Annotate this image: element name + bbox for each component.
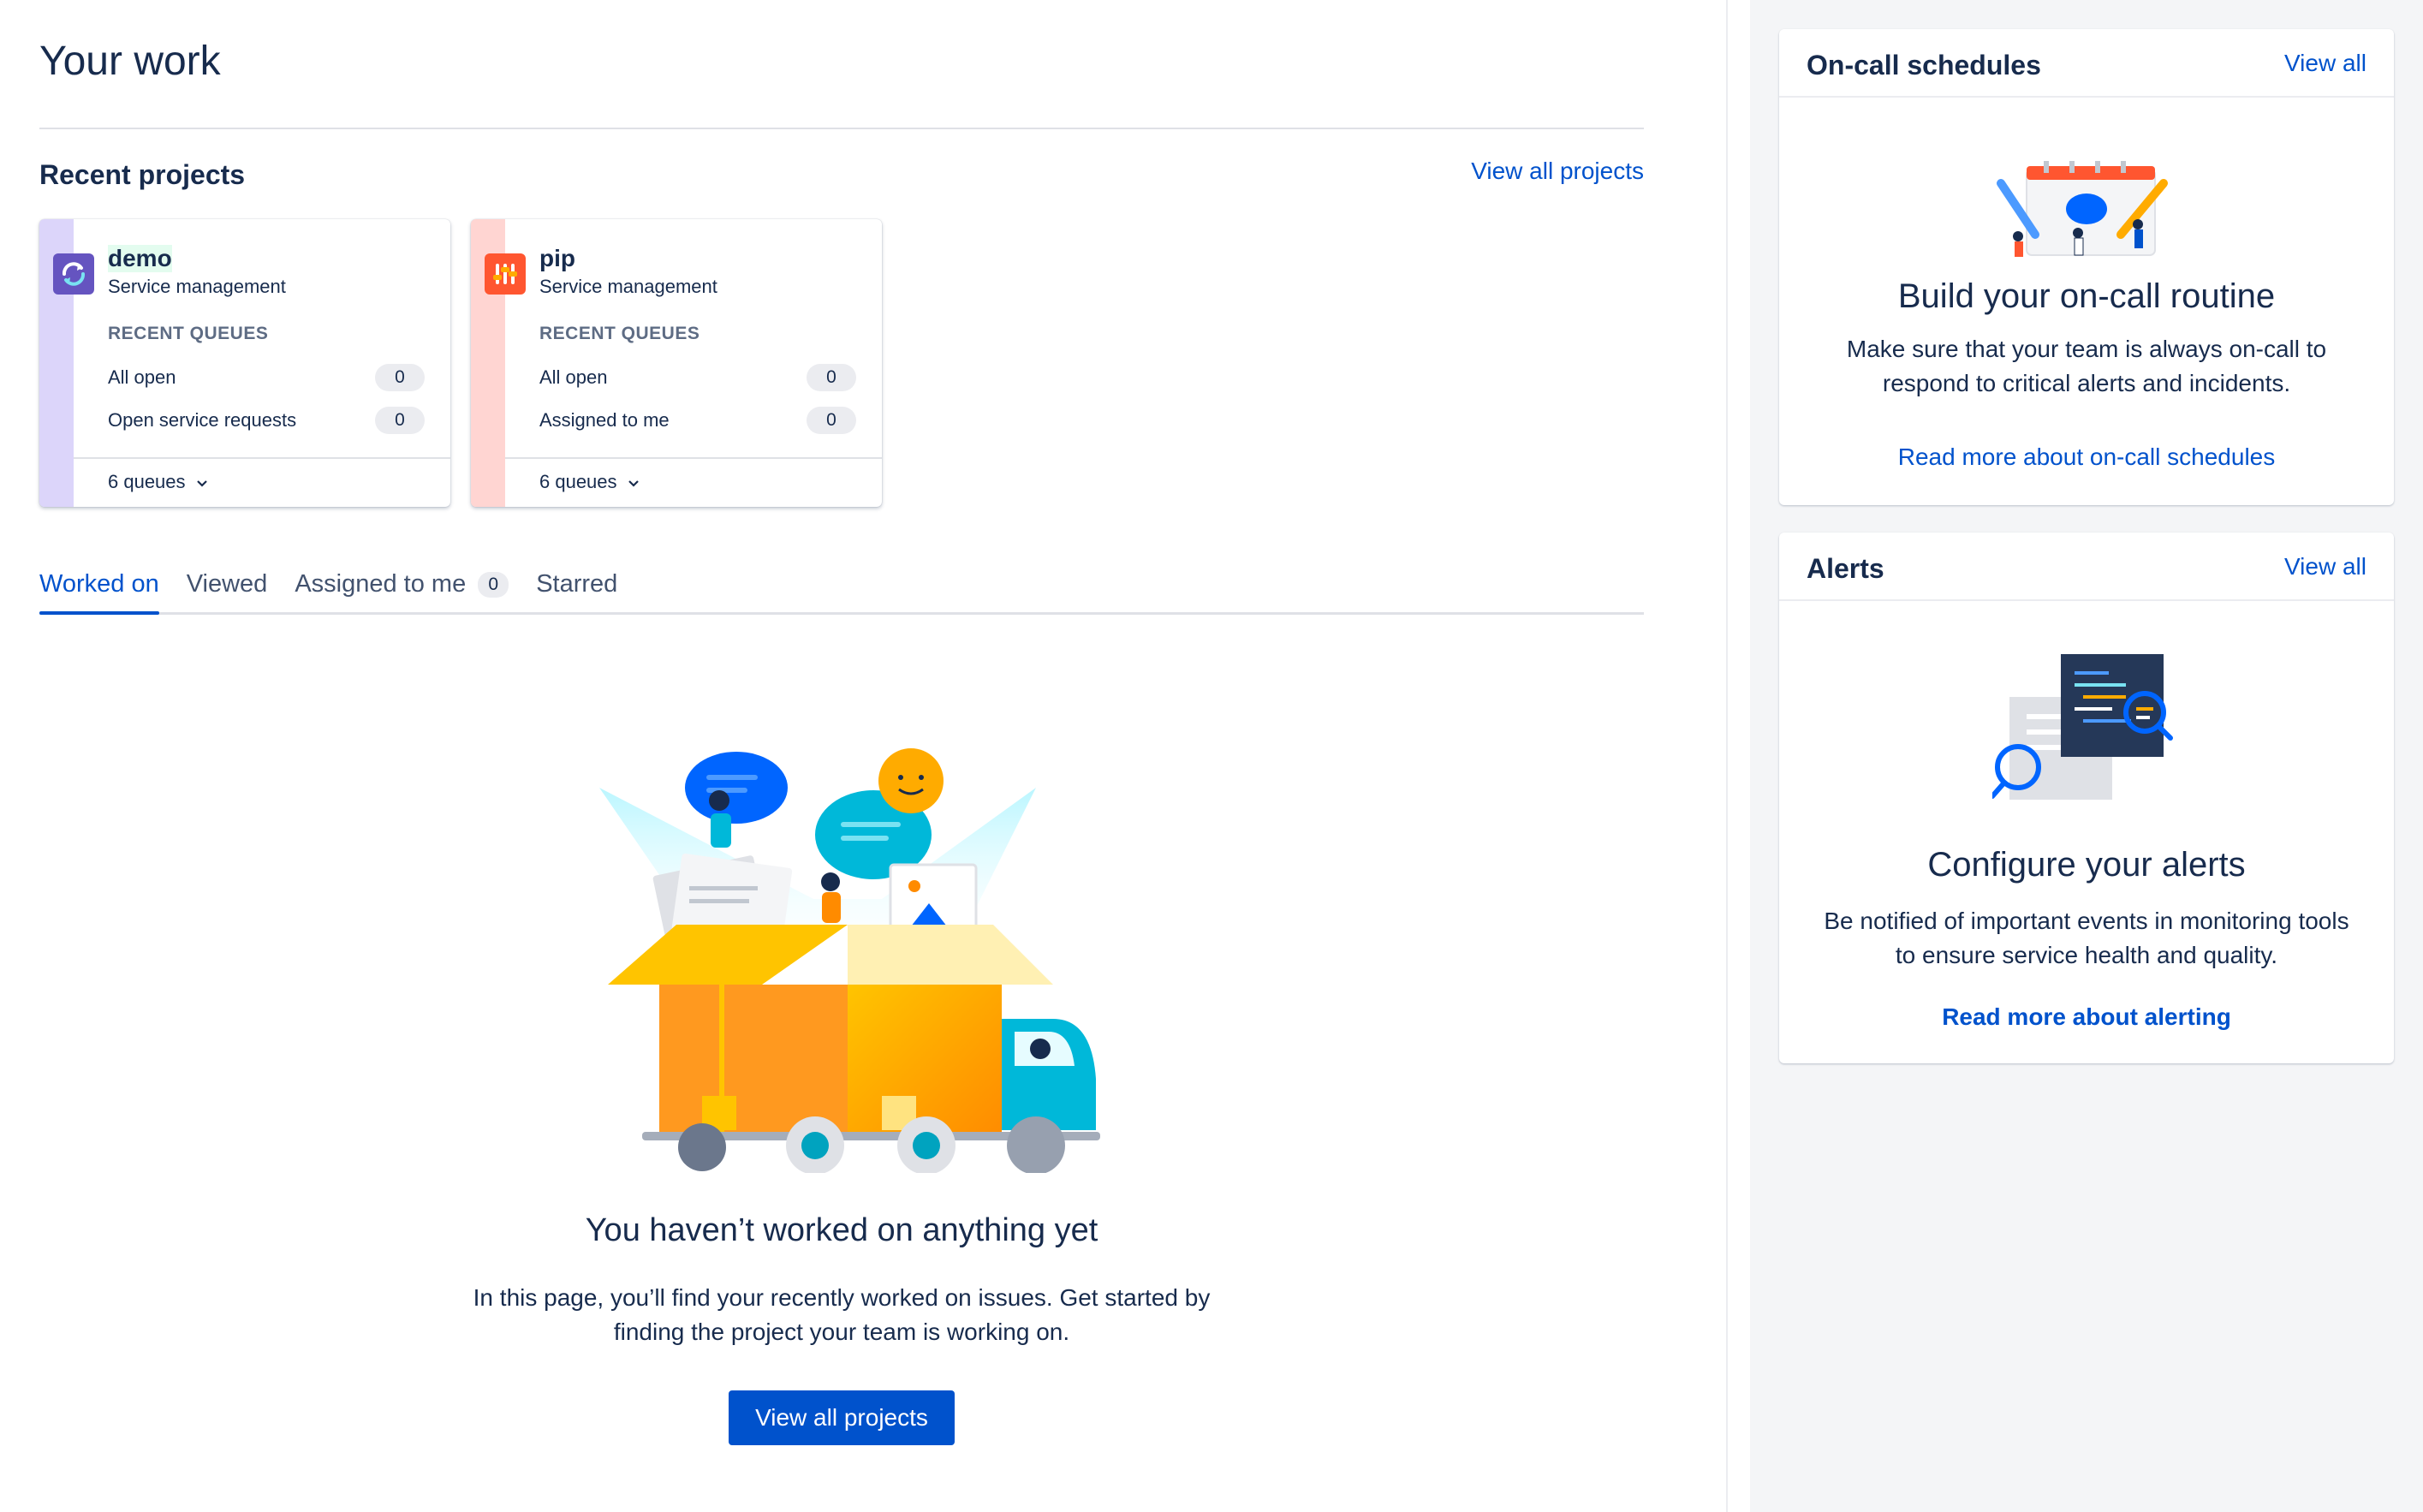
alerts-heading: Configure your alerts xyxy=(1927,846,2246,884)
queue-count-badge: 0 xyxy=(807,364,856,391)
title-divider xyxy=(39,128,1644,129)
tab-assigned-to-me[interactable]: Assigned to me 0 xyxy=(295,570,509,615)
project-avatar-demo[interactable] xyxy=(53,253,94,295)
oncall-description: Make sure that your team is always on-ca… xyxy=(1846,336,2327,396)
card-footer: 6 queues xyxy=(505,457,882,507)
recent-queues-label: RECENT QUEUES xyxy=(108,324,269,343)
chevron-down-icon xyxy=(196,480,207,487)
oncall-view-all-link[interactable]: View all xyxy=(2284,50,2366,77)
queues-dropdown-label: 6 queues xyxy=(539,471,617,492)
queue-label: Assigned to me xyxy=(539,409,670,431)
project-name[interactable]: pip xyxy=(539,245,575,272)
card-footer: 6 queues xyxy=(74,457,450,507)
panel-divider xyxy=(1726,0,1750,1512)
project-avatar-pip[interactable] xyxy=(485,253,526,295)
queues-dropdown-button[interactable]: 6 queues xyxy=(108,471,208,493)
view-all-projects-link[interactable]: View all projects xyxy=(1471,158,1644,185)
oncall-heading: Build your on-call routine xyxy=(1897,277,2276,315)
queues-dropdown-label: 6 queues xyxy=(108,471,186,492)
queue-count-badge: 0 xyxy=(375,364,425,391)
queue-label: All open xyxy=(108,366,176,388)
queue-row-all-open[interactable]: All open 0 xyxy=(539,363,856,392)
queue-row-open-service-requests[interactable]: Open service requests 0 xyxy=(108,406,425,435)
project-card-demo[interactable]: demo Service management RECENT QUEUES Al… xyxy=(39,219,450,507)
recent-queues-label: RECENT QUEUES xyxy=(539,324,700,343)
project-card-pip[interactable]: pip Service management RECENT QUEUES All… xyxy=(471,219,882,507)
moving-truck-illustration xyxy=(599,748,1100,1173)
project-type: Service management xyxy=(539,276,717,297)
empty-state-title: You haven’t worked on anything yet xyxy=(585,1212,1098,1248)
recent-projects-title: Recent projects xyxy=(39,159,246,190)
tab-label: Worked on xyxy=(39,570,159,598)
view-all-projects-button[interactable]: View all projects xyxy=(729,1390,955,1445)
alerts-panel: Alerts View all Configure your alerts Be… xyxy=(1779,533,2394,1063)
page-title: Your work xyxy=(39,39,221,84)
oncall-panel-title: On-call schedules xyxy=(1807,50,2041,80)
queue-label: All open xyxy=(539,366,608,388)
queues-dropdown-button[interactable]: 6 queues xyxy=(539,471,640,493)
tab-viewed[interactable]: Viewed xyxy=(187,570,268,615)
tab-worked-on[interactable]: Worked on xyxy=(39,570,159,615)
tab-count-badge: 0 xyxy=(478,572,509,598)
sync-arrows-icon xyxy=(63,262,85,286)
alerts-description: Be notified of important events in monit… xyxy=(1824,908,2349,968)
tab-label: Assigned to me xyxy=(295,570,467,598)
sliders-icon xyxy=(493,264,517,284)
alerts-view-all-link[interactable]: View all xyxy=(2284,553,2366,580)
alerts-read-more-link[interactable]: Read more about alerting xyxy=(1779,1003,2394,1031)
empty-state-description: In this page, you’ll find your recently … xyxy=(473,1284,1211,1345)
oncall-read-more-link[interactable]: Read more about on-call schedules xyxy=(1779,443,2394,471)
chevron-down-icon xyxy=(628,480,639,487)
work-tabs: Worked on Viewed Assigned to me 0 Starred xyxy=(39,570,645,615)
queue-count-badge: 0 xyxy=(807,407,856,434)
project-name[interactable]: demo xyxy=(108,245,172,272)
queue-label: Open service requests xyxy=(108,409,297,431)
tab-label: Starred xyxy=(536,570,618,598)
queue-row-assigned-to-me[interactable]: Assigned to me 0 xyxy=(539,406,856,435)
oncall-panel-header: On-call schedules View all xyxy=(1779,29,2394,98)
main-content: Your work Recent projects View all proje… xyxy=(0,0,1726,1512)
oncall-panel: On-call schedules View all Build your on… xyxy=(1779,29,2394,505)
tab-label: Viewed xyxy=(186,570,268,598)
calendar-team-illustration xyxy=(1997,161,2168,257)
alerts-panel-title: Alerts xyxy=(1807,553,1884,584)
project-type: Service management xyxy=(108,276,286,297)
monitoring-screens-illustration xyxy=(1992,654,2173,800)
queue-count-badge: 0 xyxy=(375,407,425,434)
tab-starred[interactable]: Starred xyxy=(536,570,617,615)
queue-row-all-open[interactable]: All open 0 xyxy=(108,363,425,392)
alerts-panel-header: Alerts View all xyxy=(1779,533,2394,601)
